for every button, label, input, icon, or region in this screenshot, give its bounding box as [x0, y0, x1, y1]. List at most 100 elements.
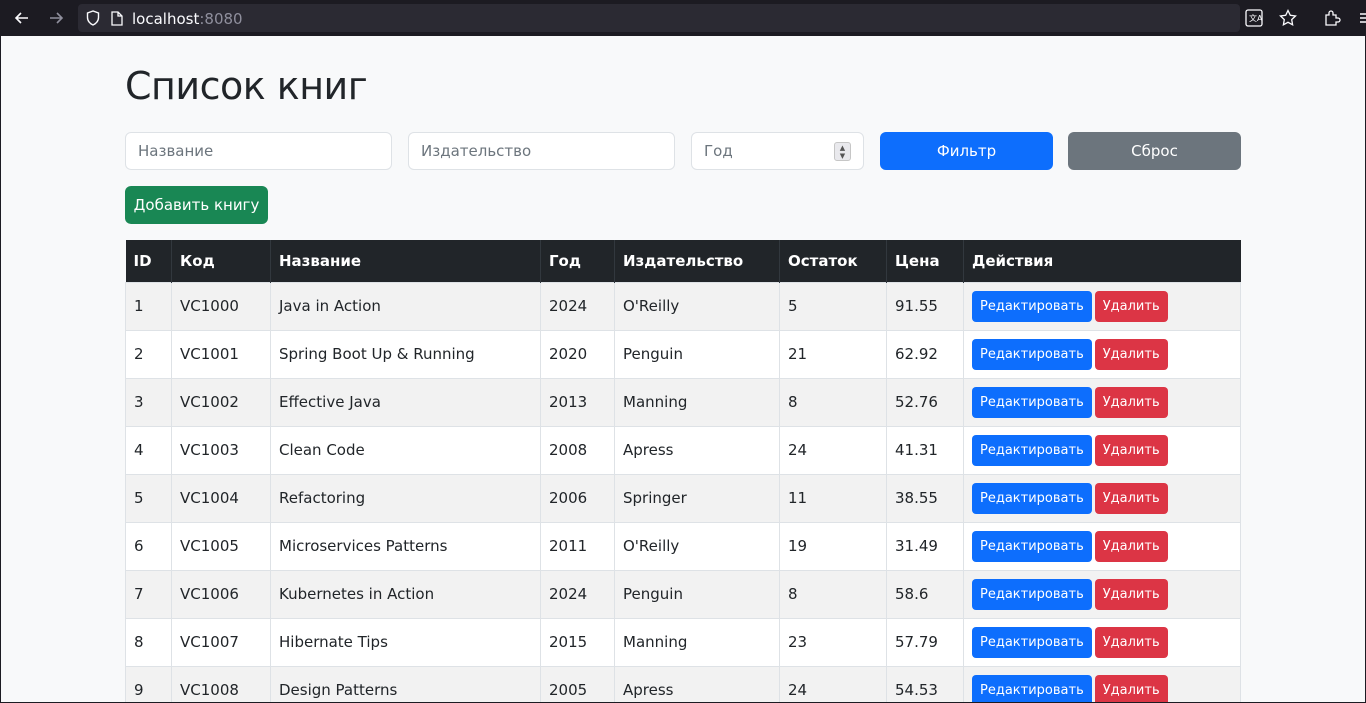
cell-id: 4: [125, 425, 172, 475]
cell-price: 41.31: [886, 425, 964, 475]
url-host: localhost: [132, 9, 200, 28]
table-row: 9 VC1008 Design Patterns 2005 Apress 24 54.53 Р…: [125, 665, 1241, 702]
add-book-button[interactable]: Добавить книгу: [125, 186, 268, 224]
cell-actions: Редактировать Удалить: [963, 617, 1241, 667]
cell-year: 2020: [540, 329, 615, 379]
cell-stock: 23: [779, 617, 887, 667]
cell-stock: 21: [779, 329, 887, 379]
stepper-down-icon[interactable]: ▼: [840, 152, 845, 160]
cell-stock: 8: [779, 377, 887, 427]
cell-code: VC1008: [171, 665, 271, 702]
page-title: Список книг: [125, 64, 368, 108]
table-row: 2 VC1001 Spring Boot Up & Running 2020 Pengu…: [125, 329, 1241, 379]
edit-button[interactable]: Редактировать: [972, 530, 1092, 562]
cell-stock: 8: [779, 569, 887, 619]
edit-button[interactable]: Редактировать: [972, 578, 1092, 610]
cell-name: Java in Action: [270, 281, 541, 331]
page-icon: [108, 9, 126, 27]
edit-button[interactable]: Редактировать: [972, 626, 1092, 658]
cell-name: Effective Java: [270, 377, 541, 427]
cell-publisher: Manning: [614, 377, 780, 427]
cell-stock: 24: [779, 665, 887, 702]
cell-price: 31.49: [886, 521, 964, 571]
delete-button[interactable]: Удалить: [1094, 290, 1168, 322]
cell-code: VC1001: [171, 329, 271, 379]
translate-icon[interactable]: 文A: [1242, 6, 1266, 30]
cell-actions: Редактировать Удалить: [963, 569, 1241, 619]
edit-button[interactable]: Редактировать: [972, 290, 1092, 322]
cell-stock: 24: [779, 425, 887, 475]
table-header-row: ID Код Название Год Издательство Остаток…: [125, 240, 1241, 282]
cell-year: 2013: [540, 377, 615, 427]
page-content: Список книг ▲ ▼ Фильтр Сброс Добавить кн…: [1, 36, 1365, 702]
delete-button[interactable]: Удалить: [1094, 626, 1168, 658]
cell-name: Microservices Patterns: [270, 521, 541, 571]
cell-year: 2024: [540, 569, 615, 619]
cell-code: VC1005: [171, 521, 271, 571]
forward-arrow-icon[interactable]: [42, 4, 70, 32]
cell-year: 2024: [540, 281, 615, 331]
extensions-icon[interactable]: [1320, 6, 1344, 30]
cell-id: 5: [125, 473, 172, 523]
header-price: Цена: [886, 240, 964, 282]
delete-button[interactable]: Удалить: [1094, 338, 1168, 370]
cell-name: Design Patterns: [270, 665, 541, 702]
edit-button[interactable]: Редактировать: [972, 386, 1092, 418]
cell-actions: Редактировать Удалить: [963, 521, 1241, 571]
table-row: 4 VC1003 Clean Code 2008 Apress 24 41.31 Редакт…: [125, 425, 1241, 475]
cell-year: 2011: [540, 521, 615, 571]
delete-button[interactable]: Удалить: [1094, 674, 1168, 702]
cell-price: 54.53: [886, 665, 964, 702]
back-arrow-icon[interactable]: [8, 4, 36, 32]
edit-button[interactable]: Редактировать: [972, 482, 1092, 514]
cell-year: 2006: [540, 473, 615, 523]
cell-publisher: Apress: [614, 425, 780, 475]
cell-code: VC1004: [171, 473, 271, 523]
cell-id: 3: [125, 377, 172, 427]
header-year: Год: [540, 240, 615, 282]
cell-publisher: Manning: [614, 617, 780, 667]
stepper-up-icon[interactable]: ▲: [840, 144, 845, 152]
delete-button[interactable]: Удалить: [1094, 386, 1168, 418]
header-name: Название: [270, 240, 541, 282]
cell-stock: 19: [779, 521, 887, 571]
svg-text:文A: 文A: [1249, 13, 1263, 23]
cell-price: 91.55: [886, 281, 964, 331]
filter-button[interactable]: Фильтр: [880, 132, 1053, 170]
cell-code: VC1002: [171, 377, 271, 427]
delete-button[interactable]: Удалить: [1094, 482, 1168, 514]
header-stock: Остаток: [779, 240, 887, 282]
edit-button[interactable]: Редактировать: [972, 338, 1092, 370]
cell-price: 62.92: [886, 329, 964, 379]
cell-actions: Редактировать Удалить: [963, 425, 1241, 475]
delete-button[interactable]: Удалить: [1094, 530, 1168, 562]
shield-icon[interactable]: [84, 9, 102, 27]
table-row: 7 VC1006 Kubernetes in Action 2024 Penguin 8 5…: [125, 569, 1241, 619]
cell-name: Refactoring: [270, 473, 541, 523]
reset-button[interactable]: Сброс: [1068, 132, 1241, 170]
cell-id: 8: [125, 617, 172, 667]
header-publisher: Издательство: [614, 240, 780, 282]
cell-stock: 5: [779, 281, 887, 331]
edit-button[interactable]: Редактировать: [972, 674, 1092, 702]
edit-button[interactable]: Редактировать: [972, 434, 1092, 466]
cell-id: 6: [125, 521, 172, 571]
table-row: 1 VC1000 Java in Action 2024 O'Reilly 5 91.55 Р…: [125, 281, 1241, 331]
books-table: ID Код Название Год Издательство Остаток…: [125, 240, 1241, 702]
url-bar[interactable]: localhost:8080: [78, 4, 1240, 32]
delete-button[interactable]: Удалить: [1094, 578, 1168, 610]
cell-publisher: O'Reilly: [614, 281, 780, 331]
cell-id: 2: [125, 329, 172, 379]
name-filter-input[interactable]: [125, 132, 392, 170]
year-filter-field: ▲ ▼: [691, 132, 864, 170]
cell-price: 58.6: [886, 569, 964, 619]
cell-code: VC1000: [171, 281, 271, 331]
delete-button[interactable]: Удалить: [1094, 434, 1168, 466]
year-stepper[interactable]: ▲ ▼: [834, 142, 851, 161]
publisher-filter-input[interactable]: [408, 132, 675, 170]
menu-icon[interactable]: [1354, 6, 1366, 30]
bookmark-star-icon[interactable]: [1276, 6, 1300, 30]
table-row: 6 VC1005 Microservices Patterns 2011 O'Reill…: [125, 521, 1241, 571]
cell-stock: 11: [779, 473, 887, 523]
cell-actions: Редактировать Удалить: [963, 473, 1241, 523]
